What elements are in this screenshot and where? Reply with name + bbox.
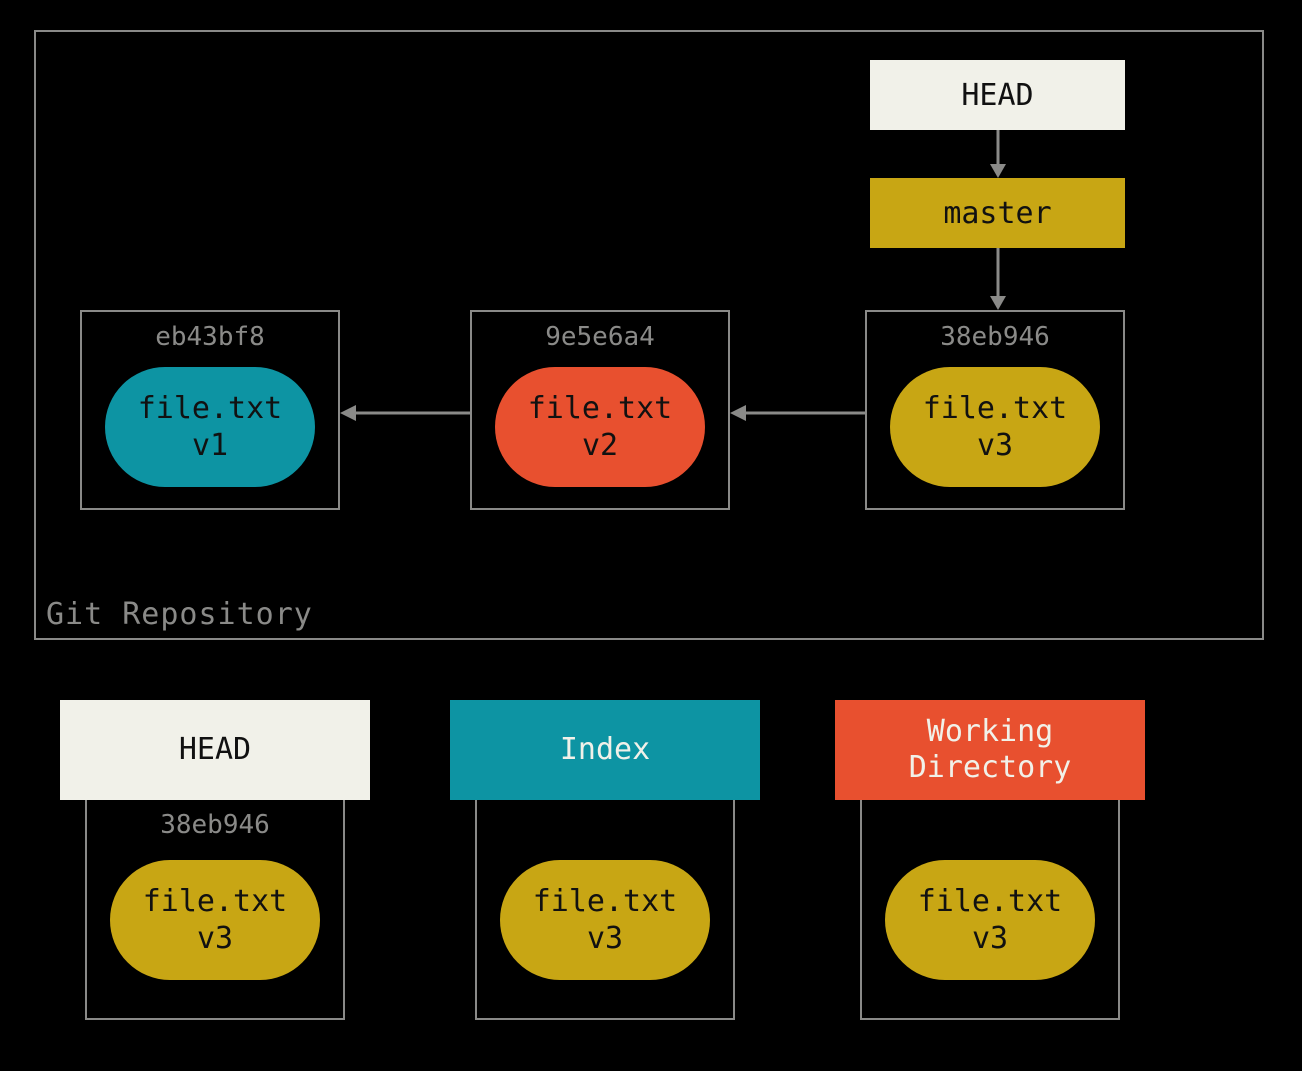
area-head-body: 38eb946 file.txt v3 <box>85 800 345 1020</box>
area-head-version: v3 <box>197 920 233 958</box>
area-index: Index file.txt v3 <box>450 700 760 1020</box>
commit-version-2: v2 <box>582 427 618 465</box>
arrow-master-to-commit <box>996 248 1000 310</box>
area-index-body: file.txt v3 <box>475 800 735 1020</box>
commit-blob-3: file.txt v3 <box>890 367 1100 487</box>
area-head-hash: 38eb946 <box>87 800 343 840</box>
commit-box-3: 38eb946 file.txt v3 <box>865 310 1125 510</box>
git-repository-label: Git Repository <box>46 597 313 632</box>
arrow-commit3-to-commit2 <box>730 408 865 418</box>
branch-master-box: master <box>870 178 1125 248</box>
area-index-file: file.txt <box>533 883 678 921</box>
commit-hash-3: 38eb946 <box>867 322 1123 352</box>
area-working-directory: Working Directory file.txt v3 <box>835 700 1145 1020</box>
commit-box-1: eb43bf8 file.txt v1 <box>80 310 340 510</box>
area-working-directory-blob: file.txt v3 <box>885 860 1095 980</box>
commit-hash-2: 9e5e6a4 <box>472 322 728 352</box>
commit-file-1: file.txt <box>138 390 283 428</box>
area-working-directory-version: v3 <box>972 920 1008 958</box>
commit-version-1: v1 <box>192 427 228 465</box>
area-working-directory-title: Working Directory <box>909 714 1072 786</box>
commit-box-2: 9e5e6a4 file.txt v2 <box>470 310 730 510</box>
area-index-header: Index <box>450 700 760 800</box>
arrow-head-to-master <box>996 130 1000 178</box>
head-ref-box: HEAD <box>870 60 1125 130</box>
commit-version-3: v3 <box>977 427 1013 465</box>
area-working-directory-body: file.txt v3 <box>860 800 1120 1020</box>
area-head-blob: file.txt v3 <box>110 860 320 980</box>
area-head-header: HEAD <box>60 700 370 800</box>
area-index-version: v3 <box>587 920 623 958</box>
head-ref-label: HEAD <box>961 78 1033 113</box>
arrow-commit2-to-commit1 <box>340 408 470 418</box>
area-head-title: HEAD <box>179 732 251 768</box>
area-working-directory-header: Working Directory <box>835 700 1145 800</box>
area-head-file: file.txt <box>143 883 288 921</box>
area-index-title: Index <box>560 732 650 768</box>
area-index-blob: file.txt v3 <box>500 860 710 980</box>
commit-blob-2: file.txt v2 <box>495 367 705 487</box>
branch-master-label: master <box>943 196 1051 231</box>
area-head: HEAD 38eb946 file.txt v3 <box>60 700 370 1020</box>
commit-hash-1: eb43bf8 <box>82 322 338 352</box>
commit-file-3: file.txt <box>923 390 1068 428</box>
area-working-directory-file: file.txt <box>918 883 1063 921</box>
commit-blob-1: file.txt v1 <box>105 367 315 487</box>
commit-file-2: file.txt <box>528 390 673 428</box>
